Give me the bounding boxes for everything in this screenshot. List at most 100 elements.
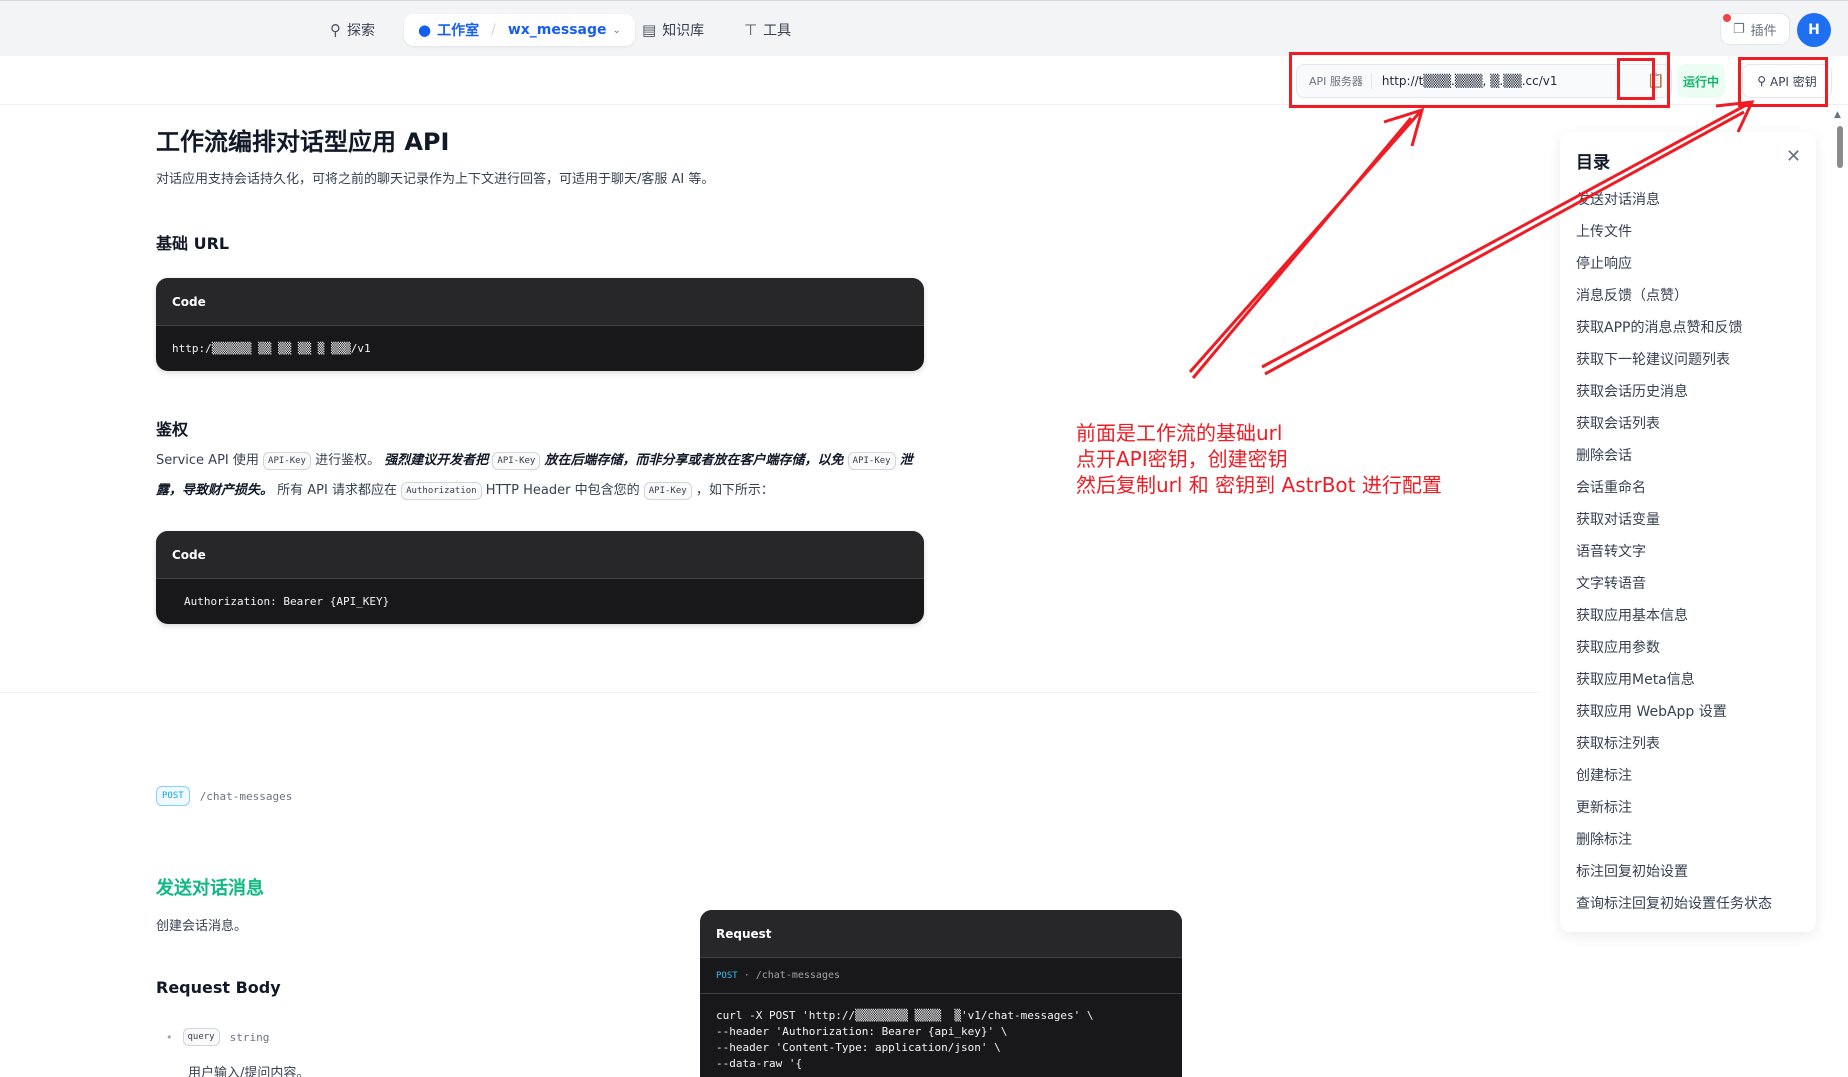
auth-text: 所有 API 请求都应在 [277,483,397,498]
status-badge: 运行中 [1677,64,1725,98]
toc-item[interactable]: 获取应用Meta信息 [1576,664,1772,696]
toc-item[interactable]: 获取下一轮建议问题列表 [1576,344,1772,376]
toc-item[interactable]: 获取应用 WebApp 设置 [1576,696,1772,728]
auth-heading: 鉴权 [156,420,189,439]
toc-list: 发送对话消息 上传文件 停止响应 消息反馈（点赞） 获取APP的消息点赞和反馈 … [1576,184,1772,920]
base-url-code-block: Code http:/▒▒▒▒▒▒ ▒▒ ▒▒ ▒▒ ▒ ▒▒▒/v1 [156,278,924,371]
section-divider [0,692,1540,693]
nav-knowledge[interactable]: ▤ 知识库 [642,15,704,45]
toc-item[interactable]: 语音转文字 [1576,536,1772,568]
auth-code-block: Code Authorization: Bearer {API_KEY} [156,531,924,624]
request-code-block: Request POST · /chat-messages curl -X PO… [700,910,1182,1077]
nav-knowledge-label: 知识库 [662,23,705,39]
code-line: curl -X POST 'http://▒▒▒▒▒▒▒▒ ▒▒▒▒ ▒'v1/… [716,1009,1094,1022]
toc-item[interactable]: 获取会话列表 [1576,408,1772,440]
param-name: query [182,1028,220,1046]
request-path: /chat-messages [755,970,841,981]
annotation-box-url [1289,52,1670,108]
cube-icon: ❐ [1733,21,1745,37]
toc-title: 目录 [1576,153,1610,173]
toc-item[interactable]: 文字转语音 [1576,568,1772,600]
toc-item[interactable]: 查询标注回复初始设置任务状态 [1576,888,1772,920]
toc-item[interactable]: 发送对话消息 [1576,184,1772,216]
param-desc: 用户输入/提问内容。 [188,1066,310,1077]
auth-warning: 强烈建议开发者把 [384,453,489,468]
page-description: 对话应用支持会话持久化，可将之前的聊天记录作为上下文进行回答，可适用于聊天/客服… [156,172,715,187]
code-line: --header 'Content-Type: application/json… [716,1041,1001,1054]
nav-studio[interactable]: ● 工作室 / wx_message ⌄ [404,14,635,46]
toc-item[interactable]: 标注回复初始设置 [1576,856,1772,888]
request-endpoint: POST · /chat-messages [700,958,1182,994]
auth-text: Service API 使用 [156,453,259,468]
page-title: 工作流编排对话型应用 API [156,128,450,156]
close-icon[interactable]: ✕ [1786,146,1801,167]
request-code[interactable]: curl -X POST 'http://▒▒▒▒▒▒▒▒ ▒▒▒▒ ▒'v1/… [700,994,1182,1077]
toc-item[interactable]: 获取对话变量 [1576,504,1772,536]
toc-item[interactable]: 创建标注 [1576,760,1772,792]
scroll-up-arrow[interactable]: ▲ [1834,110,1841,120]
annotation-line: 然后复制url 和 密钥到 AstrBot 进行配置 [1076,473,1442,497]
endpoint-row: POST /chat-messages [156,786,292,806]
base-url-heading: 基础 URL [156,234,230,253]
toc-item[interactable]: 消息反馈（点赞） [1576,280,1772,312]
toc-item[interactable]: 获取应用参数 [1576,632,1772,664]
auth-paragraph: Service API 使用 API-Key 进行鉴权。 强烈建议开发者把 AP… [156,446,926,506]
bullet-icon: • [166,1030,173,1044]
top-nav: ⚲ 探索 ● 工作室 / wx_message ⌄ ▤ 知识库 ⊤ 工具 ❐ 插… [0,0,1848,56]
scrollbar-thumb[interactable] [1837,126,1843,168]
annotation-box-key [1738,57,1828,107]
nav-tools[interactable]: ⊤ 工具 [744,15,791,45]
plugin-label: 插件 [1750,23,1777,39]
inline-code: API-Key [847,451,896,470]
nav-tools-label: 工具 [763,23,792,39]
param-row: • query string [166,1028,269,1046]
nav-separator: / [491,22,496,38]
toc-item[interactable]: 删除会话 [1576,440,1772,472]
book-icon: ▤ [642,21,657,39]
request-dot: · [743,970,750,981]
arrow-to-url [1188,107,1425,379]
code-header: Code [156,531,924,579]
code-line: --header 'Authorization: Bearer {api_key… [716,1025,1008,1038]
annotation-note: 前面是工作流的基础url 点开API密钥，创建密钥 然后复制url 和 密钥到 … [1076,420,1442,498]
notification-dot [1723,14,1731,22]
send-message-desc: 创建会话消息。 [156,919,248,934]
avatar[interactable]: H [1797,13,1831,47]
toc-item[interactable]: 上传文件 [1576,216,1772,248]
send-message-title[interactable]: 发送对话消息 [156,874,264,900]
auth-text: HTTP Header 中包含您的 [485,483,640,498]
auth-text: ，如下所示： [695,483,774,498]
toc-item[interactable]: 删除标注 [1576,824,1772,856]
inline-code: API-Key [643,481,692,500]
toc-item[interactable]: 获取会话历史消息 [1576,376,1772,408]
nav-explore-label: 探索 [347,23,375,39]
inline-code: API-Key [492,451,541,470]
method-badge: POST [156,786,190,806]
toc-item[interactable]: 会话重命名 [1576,472,1772,504]
toc-item[interactable]: 停止响应 [1576,248,1772,280]
chevron-down-icon: ⌄ [612,24,621,36]
auth-text: 进行鉴权。 [315,453,381,468]
annotation-line: 点开API密钥，创建密钥 [1076,447,1288,471]
inline-code: API-Key [263,451,311,470]
request-method: POST [716,970,738,981]
compass-icon: ⚲ [330,21,341,39]
code-line: --data-raw '{ [716,1057,803,1070]
toc-item[interactable]: 更新标注 [1576,792,1772,824]
tool-icon: ⊤ [744,21,758,39]
nav-explore[interactable]: ⚲ 探索 [330,15,375,45]
plugin-button[interactable]: ❐ 插件 [1720,13,1790,45]
toc-item[interactable]: 获取应用基本信息 [1576,600,1772,632]
robot-icon: ● [418,21,432,39]
toc-item[interactable]: 获取标注列表 [1576,728,1772,760]
param-type: string [229,1030,270,1044]
annotation-box-copy [1617,58,1655,100]
base-url-code[interactable]: http:/▒▒▒▒▒▒ ▒▒ ▒▒ ▒▒ ▒ ▒▒▒/v1 [156,326,924,371]
code-header: Code [156,278,924,326]
auth-code[interactable]: Authorization: Bearer {API_KEY} [156,579,924,624]
auth-warning: 放在后端存储，而非分享或者放在客户端存储，以免 [544,453,844,468]
app-name: wx_message [507,22,607,38]
request-header: Request [700,910,1182,958]
toc-item[interactable]: 获取APP的消息点赞和反馈 [1576,312,1772,344]
toc-panel: 目录 ✕ 发送对话消息 上传文件 停止响应 消息反馈（点赞） 获取APP的消息点… [1560,132,1816,932]
